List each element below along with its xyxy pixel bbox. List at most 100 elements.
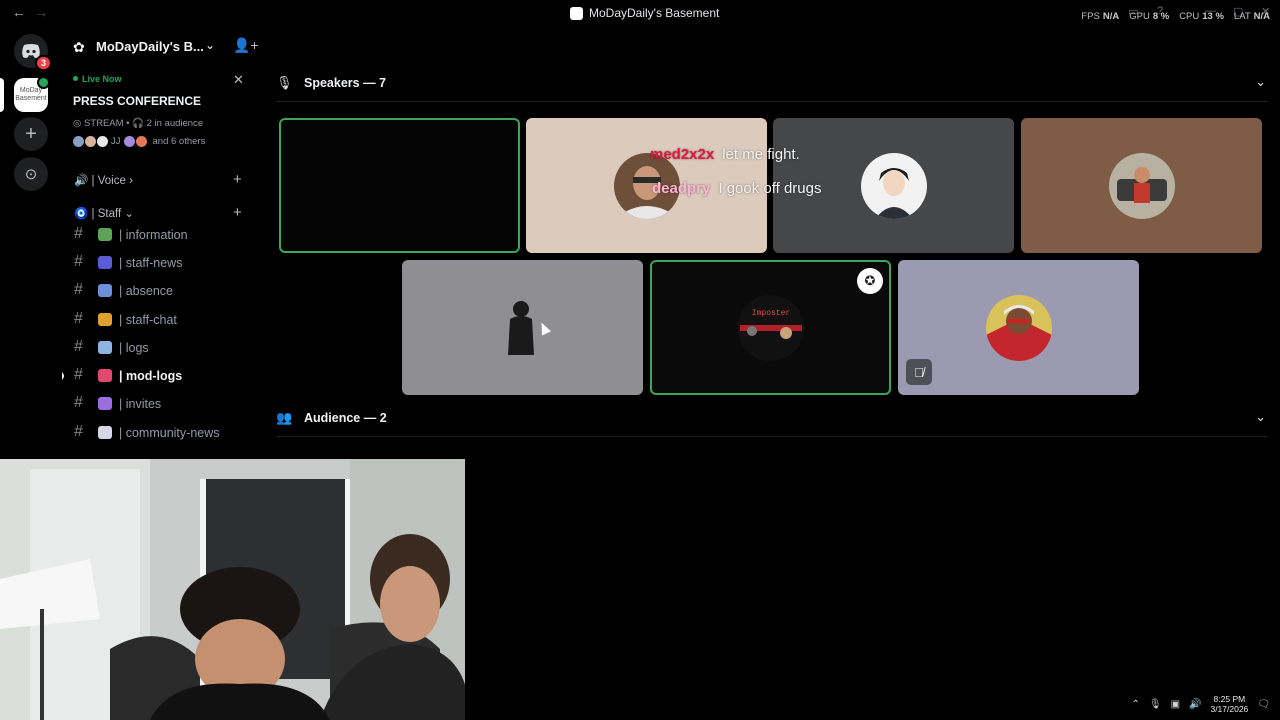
discord-home-icon[interactable]: 3 [14, 34, 52, 71]
speakers-section-header[interactable]: 🎙 Speakers — 7 ⌄ [276, 72, 1268, 102]
chat-overlay-line-1: med2x2x let me fight. [650, 146, 800, 163]
speaker-tile[interactable] [279, 118, 520, 253]
webcam-feed [0, 459, 465, 720]
chat-username: deadpry [652, 180, 711, 197]
channel-emoji-icon [98, 397, 112, 410]
channel-emoji-icon [98, 341, 112, 354]
notifications-icon[interactable]: 🗨 [1257, 699, 1270, 710]
server-icon-moday[interactable]: MoDay Basement [14, 76, 50, 112]
live-indicator-icon [37, 76, 50, 89]
speaker-tile[interactable]: 🎙̸ [898, 260, 1139, 395]
system-clock[interactable]: 8:25 PM 3/17/2026 [1210, 694, 1248, 714]
server-name: MoDayDaily's B... [96, 39, 204, 54]
perf-fps: FPS N/A [1081, 11, 1120, 22]
avatar: Imposter [737, 294, 804, 361]
tray-expand-icon[interactable]: ⌃ [1131, 699, 1139, 710]
channel-emoji-icon [98, 228, 112, 241]
chevron-down-icon: ⌄ [124, 208, 135, 220]
speaker-tile[interactable]: Imposter ✪ [650, 260, 891, 395]
server-header[interactable]: ✿ MoDayDaily's B... ⌄ 👤+ [62, 26, 262, 68]
speaker-tile[interactable] [1021, 118, 1262, 253]
window-title: MoDayDaily's Basement [570, 6, 719, 20]
hash-icon: # [74, 225, 83, 242]
system-tray: ⌃ 🎙 ▣ 🔊 8:25 PM 3/17/2026 🗨 [1131, 694, 1270, 714]
channel-staff-news[interactable]: # | staff-news [62, 251, 262, 275]
channel-invites[interactable]: # | invites [62, 392, 262, 416]
live-event-meta: ◎ STREAM • 🎧 2 in audience [73, 118, 204, 129]
audience-section-header[interactable]: 👥 Audience — 2 ⌄ [276, 407, 1268, 437]
audience-icon: 👥 [276, 410, 293, 425]
server-rail: 3 MoDay Basement + ⊙ [0, 26, 62, 460]
muted-mic-icon[interactable]: 🎙̸ [906, 359, 932, 385]
add-server-icon[interactable]: + [14, 117, 48, 151]
channel-information[interactable]: # | information [62, 223, 262, 247]
avatar [85, 136, 96, 147]
speaker-tile[interactable] [402, 260, 643, 395]
perf-lat: LAT N/A [1233, 11, 1270, 22]
chat-username: med2x2x [650, 146, 715, 163]
avatar [123, 136, 135, 147]
chat-message: I gook off drugs [718, 180, 822, 197]
channel-emoji-icon [98, 256, 112, 269]
volume-icon[interactable]: 🔊 [1189, 699, 1201, 710]
stream-icon: ◎ [73, 118, 82, 129]
channel-community-news[interactable]: # | community-news [62, 421, 262, 445]
webcam-overlay [0, 459, 465, 720]
notification-badge: 3 [34, 55, 52, 71]
category-voice[interactable]: 🔊 | Voice › + [62, 170, 262, 190]
perf-cpu: CPU 13 % [1179, 11, 1224, 22]
back-arrow-icon[interactable]: ← [12, 4, 26, 20]
microphone-icon[interactable]: 🎙 [1149, 699, 1162, 710]
channel-mod-logs[interactable]: # | mod-logs [62, 364, 262, 388]
hash-icon: # [74, 423, 83, 440]
avatar [985, 294, 1052, 361]
avatar [135, 136, 147, 147]
performance-overlay: FPS N/A GPU 8 % CPU 13 % LAT N/A [1081, 11, 1270, 22]
staff-emoji-icon: 🧿 [74, 208, 89, 220]
live-now-card[interactable]: Live Now ✕ PRESS CONFERENCE ◎ STREAM • 🎧… [62, 72, 262, 156]
hash-icon: # [74, 281, 83, 298]
channel-staff-chat[interactable]: # | staff-chat [62, 308, 262, 332]
chevron-down-icon[interactable]: ⌄ [205, 38, 215, 52]
forward-arrow-icon[interactable]: → [34, 4, 48, 20]
title-bar: ← → MoDayDaily's Basement ▭ ? — ▢ ✕ FPS N… [0, 0, 1280, 26]
invite-people-icon[interactable]: 👤+ [233, 37, 259, 54]
discover-icon[interactable]: ⊙ [14, 157, 48, 191]
avatar [1108, 152, 1175, 219]
microphone-icon: 🎙 [276, 75, 293, 90]
chat-message: let me fight. [722, 146, 800, 163]
channel-emoji-icon [98, 426, 112, 439]
window-title-text: MoDayDaily's Basement [589, 6, 720, 20]
chevron-down-icon[interactable]: ⌄ [1255, 74, 1266, 90]
live-event-title: PRESS CONFERENCE [73, 94, 202, 108]
channel-sidebar: ✿ MoDayDaily's B... ⌄ 👤+ Live Now ✕ PRES… [62, 26, 262, 460]
hash-icon: # [74, 394, 83, 411]
channel-logs[interactable]: # | logs [62, 336, 262, 360]
audience-title: Audience — 2 [304, 411, 387, 425]
avatar [860, 152, 927, 219]
live-participants: JJ and 6 others [73, 136, 205, 147]
server-icon-label: MoDay Basement [15, 87, 47, 102]
chevron-down-icon[interactable]: ⌄ [1255, 409, 1266, 425]
others-count: and 6 others [152, 136, 206, 147]
avatar [97, 136, 108, 147]
speakers-title: Speakers — 7 [304, 76, 386, 90]
imposter-label: Imposter [751, 309, 790, 318]
chevron-right-icon: › [129, 175, 133, 187]
server-settings-icon: ✿ [73, 39, 85, 55]
avatar [73, 136, 84, 147]
clock-date: 3/17/2026 [1210, 704, 1249, 714]
category-staff[interactable]: 🧿 | Staff ⌄ + [62, 203, 262, 223]
moderator-badge-icon: ✪ [857, 268, 883, 294]
clock-time: 8:25 PM [1213, 694, 1246, 704]
hash-icon: # [74, 338, 83, 355]
network-icon[interactable]: ▣ [1171, 699, 1180, 710]
channel-absence[interactable]: # | absence [62, 279, 262, 303]
add-channel-icon[interactable]: + [233, 171, 242, 188]
hash-icon: # [74, 310, 83, 327]
add-channel-icon[interactable]: + [233, 204, 242, 221]
live-now-label: Live Now [73, 74, 122, 84]
selected-server-pill [0, 78, 4, 112]
close-icon[interactable]: ✕ [233, 72, 244, 88]
participant-name: JJ [111, 136, 121, 147]
